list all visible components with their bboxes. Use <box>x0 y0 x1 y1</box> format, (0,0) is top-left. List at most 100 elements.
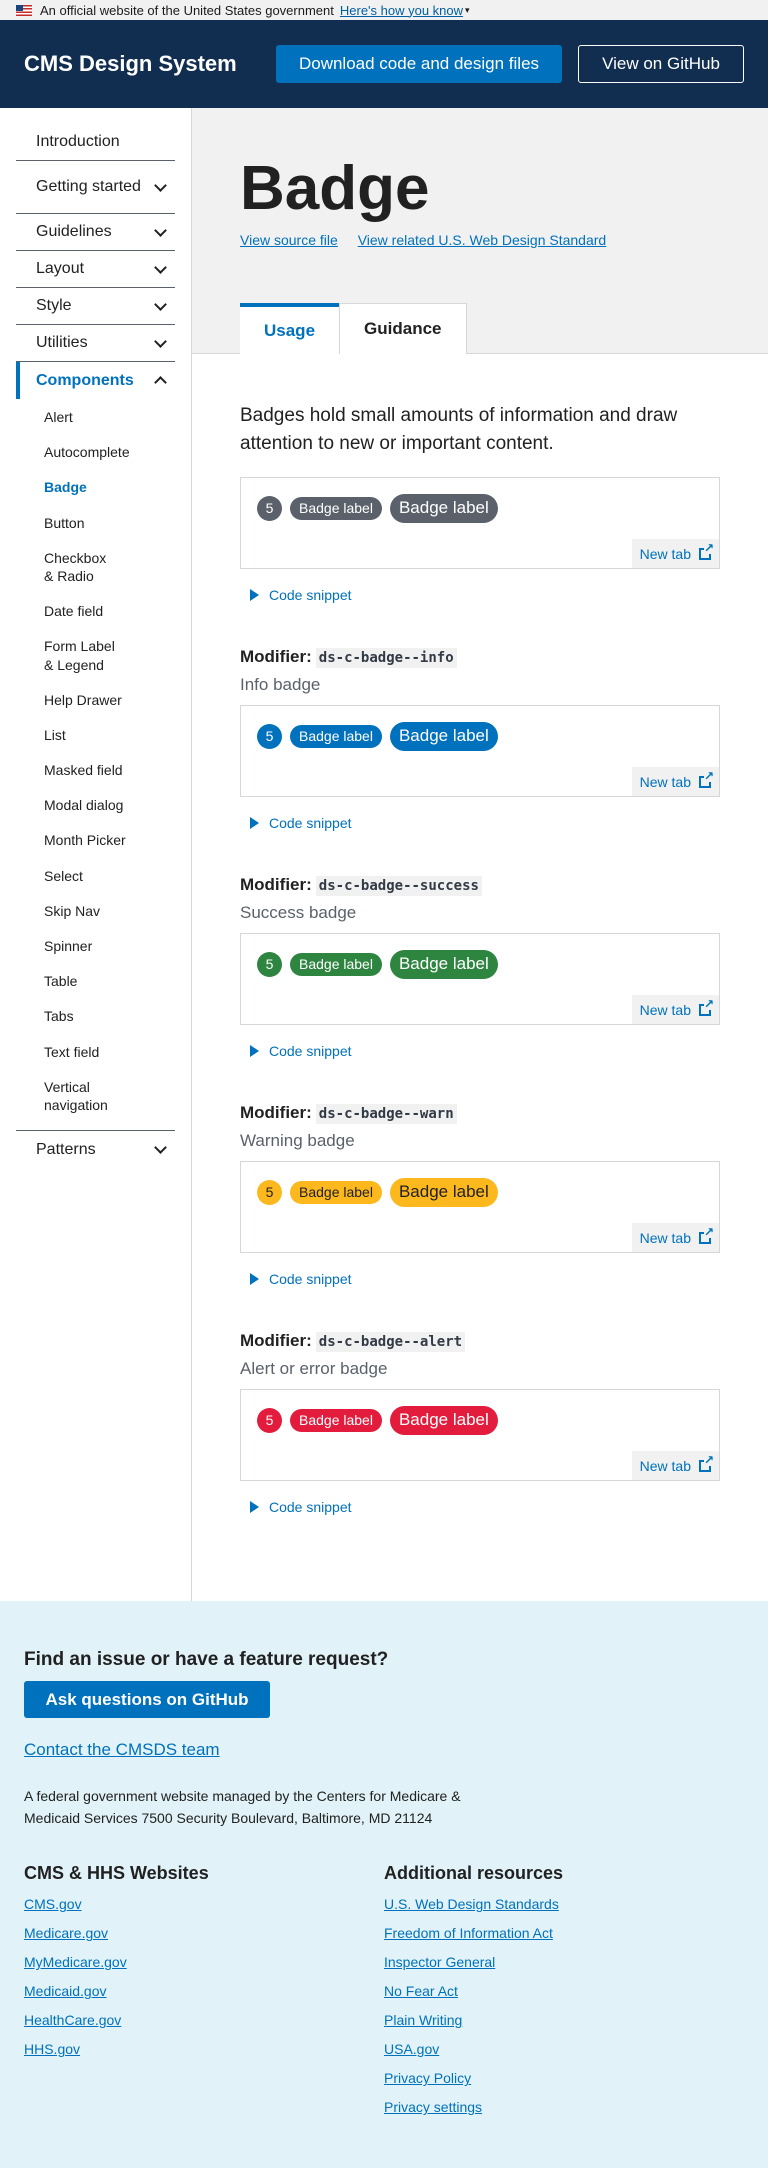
code-snippet-label: Code snippet <box>269 815 352 832</box>
sidebar-subitem-alert[interactable]: Alert <box>16 399 175 434</box>
sidebar-subitem-select[interactable]: Select <box>16 858 175 893</box>
code-snippet-toggle[interactable]: Code snippet <box>240 797 720 851</box>
sidebar-nav: Introduction Getting started Guidelines … <box>0 108 192 1601</box>
footer-link-privacy-policy[interactable]: Privacy Policy <box>384 2070 744 2087</box>
components-subnav: Alert Autocomplete Badge Button Checkbox… <box>16 399 175 1132</box>
footer-link-usa[interactable]: USA.gov <box>384 2041 744 2058</box>
footer-link-mymedicare[interactable]: MyMedicare.gov <box>24 1954 384 1971</box>
badge-big: Badge label <box>389 494 498 523</box>
footer-link-medicare[interactable]: Medicare.gov <box>24 1925 384 1942</box>
footer-link-cms[interactable]: CMS.gov <box>24 1896 384 1913</box>
modifier-desc: Success badge <box>240 903 357 923</box>
footer-link-foia[interactable]: Freedom of Information Act <box>384 1925 744 1942</box>
tab-usage[interactable]: Usage <box>240 303 340 354</box>
code-snippet-toggle[interactable]: Code snippet <box>240 569 720 623</box>
footer-link-healthcare[interactable]: HealthCare.gov <box>24 2012 384 2029</box>
modifier-heading: Modifier: ds-c-badge--info <box>240 647 720 669</box>
badge-row: 5 Badge label Badge label <box>257 494 498 523</box>
sidebar-item-style[interactable]: Style <box>16 288 175 325</box>
footer-link-no-fear[interactable]: No Fear Act <box>384 1983 744 2000</box>
sidebar-subitem-list[interactable]: List <box>16 717 175 752</box>
modifier-desc: Warning badge <box>240 1131 355 1151</box>
modifier-prefix: Modifier: <box>240 1103 312 1123</box>
site-footer: Find an issue or have a feature request?… <box>0 1601 768 2168</box>
sidebar-item-getting-started[interactable]: Getting started <box>16 161 175 214</box>
example-default: 5 Badge label Badge label New tab <box>240 477 720 570</box>
footer-link-uswds[interactable]: U.S. Web Design Standards <box>384 1896 744 1913</box>
new-tab-button[interactable]: New tab <box>631 767 719 797</box>
footer-link-plain-writing[interactable]: Plain Writing <box>384 2012 744 2029</box>
sidebar-subitem-date-field[interactable]: Date field <box>16 593 175 628</box>
ask-github-button[interactable]: Ask questions on GitHub <box>24 1681 270 1718</box>
modifier-code: ds-c-badge--success <box>315 876 482 897</box>
badge-big: Badge label <box>389 1406 498 1435</box>
view-source-link[interactable]: View source file <box>240 232 338 248</box>
gov-banner-link[interactable]: Here's how you know <box>340 3 463 18</box>
sidebar-subitem-month-picker[interactable]: Month Picker <box>16 822 175 857</box>
page-header: Badge View source file View related U.S.… <box>192 108 768 354</box>
badge-number: 5 <box>257 1179 282 1205</box>
sidebar-subitem-autocomplete[interactable]: Autocomplete <box>16 434 175 469</box>
sidebar-subitem-form-label[interactable]: Form Label & Legend <box>16 628 136 681</box>
sidebar-item-layout[interactable]: Layout <box>16 251 175 288</box>
code-snippet-label: Code snippet <box>269 1499 352 1516</box>
code-snippet-toggle[interactable]: Code snippet <box>240 1253 720 1307</box>
view-related-link[interactable]: View related U.S. Web Design Standard <box>358 232 607 248</box>
chevron-down-icon <box>154 178 167 192</box>
modifier-code: ds-c-badge--info <box>315 648 457 669</box>
tab-guidance[interactable]: Guidance <box>339 303 467 354</box>
badge: Badge label <box>290 1408 382 1433</box>
site-logo[interactable]: CMS Design System <box>24 51 276 77</box>
github-button[interactable]: View on GitHub <box>578 45 744 83</box>
chevron-down-icon[interactable]: ▾ <box>465 5 470 16</box>
sidebar-subitem-skip-nav[interactable]: Skip Nav <box>16 893 175 928</box>
sidebar-item-introduction[interactable]: Introduction <box>16 124 175 161</box>
badge: Badge label <box>290 952 382 977</box>
new-tab-button[interactable]: New tab <box>631 1451 719 1481</box>
badge-big: Badge label <box>389 1178 498 1207</box>
footer-link-inspector[interactable]: Inspector General <box>384 1954 744 1971</box>
sidebar-item-patterns[interactable]: Patterns <box>16 1131 175 1168</box>
sidebar-subitem-masked-field[interactable]: Masked field <box>16 752 175 787</box>
download-button[interactable]: Download code and design files <box>276 45 562 83</box>
sidebar-item-guidelines[interactable]: Guidelines <box>16 214 175 251</box>
code-snippet-toggle[interactable]: Code snippet <box>240 1481 720 1535</box>
new-tab-button[interactable]: New tab <box>631 1223 719 1253</box>
footer-col-cms: CMS & HHS Websites CMS.gov Medicare.gov … <box>24 1863 384 2128</box>
sidebar-subitem-checkbox-radio[interactable]: Checkbox & Radio <box>16 540 126 593</box>
contact-link[interactable]: Contact the CMSDS team <box>24 1740 744 1760</box>
modifier-success: Modifier: ds-c-badge--success Success bad… <box>240 875 720 1079</box>
sidebar-subitem-spinner[interactable]: Spinner <box>16 928 175 963</box>
footer-link-hhs[interactable]: HHS.gov <box>24 2041 384 2058</box>
sidebar-subitem-vertical-navigation[interactable]: Vertical navigation <box>16 1069 126 1122</box>
sidebar-subitem-help-drawer[interactable]: Help Drawer <box>16 682 175 717</box>
sidebar-subitem-badge[interactable]: Badge <box>16 469 175 504</box>
badge-row: 5 Badge label Badge label <box>257 950 498 979</box>
sidebar-subitem-text-field[interactable]: Text field <box>16 1034 175 1069</box>
badge-number: 5 <box>257 495 282 521</box>
new-tab-button[interactable]: New tab <box>631 539 719 569</box>
code-snippet-toggle[interactable]: Code snippet <box>240 1025 720 1079</box>
external-link-icon <box>699 1225 714 1244</box>
sidebar-subitem-table[interactable]: Table <box>16 963 175 998</box>
footer-link-medicaid[interactable]: Medicaid.gov <box>24 1983 384 2000</box>
modifier-prefix: Modifier: <box>240 647 312 667</box>
sidebar-item-components[interactable]: Components <box>16 362 175 399</box>
gov-banner: An official website of the United States… <box>0 0 768 20</box>
sidebar-subitem-modal-dialog[interactable]: Modal dialog <box>16 787 175 822</box>
sidebar-item-label: Getting started <box>36 178 141 196</box>
site-header: CMS Design System Download code and desi… <box>0 20 768 108</box>
sidebar-subitem-tabs[interactable]: Tabs <box>16 998 175 1033</box>
sidebar-item-label: Components <box>36 371 134 389</box>
footer-link-privacy-settings[interactable]: Privacy settings <box>384 2099 744 2116</box>
badge: Badge label <box>290 496 382 521</box>
new-tab-button[interactable]: New tab <box>631 995 719 1025</box>
footer-col-resources: Additional resources U.S. Web Design Sta… <box>384 1863 744 2128</box>
triangle-right-icon <box>250 1501 259 1514</box>
example-warn: 5 Badge label Badge label New tab <box>240 1161 720 1254</box>
sidebar-subitem-button[interactable]: Button <box>16 505 175 540</box>
triangle-right-icon <box>250 589 259 602</box>
sidebar-item-label: Guidelines <box>36 223 112 240</box>
new-tab-label: New tab <box>639 773 691 790</box>
sidebar-item-utilities[interactable]: Utilities <box>16 325 175 362</box>
